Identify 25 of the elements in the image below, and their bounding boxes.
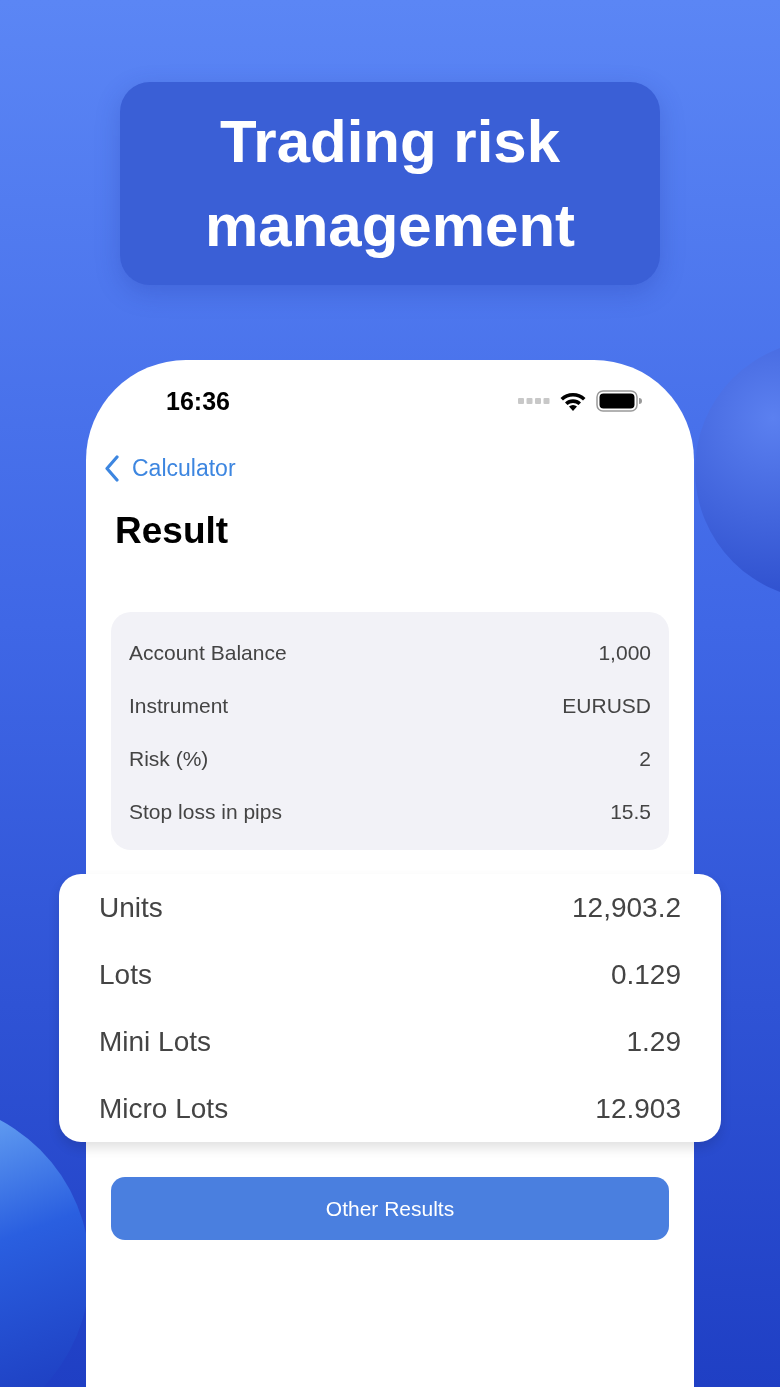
row-label: Micro Lots bbox=[99, 1092, 229, 1125]
page-title: Result bbox=[115, 510, 230, 553]
row-label: Mini Lots bbox=[99, 1025, 212, 1058]
row-value: 15.5 bbox=[610, 799, 651, 824]
row-label: Units bbox=[99, 891, 163, 924]
back-button[interactable]: Calculator bbox=[104, 454, 236, 482]
headline: Trading risk management bbox=[203, 106, 577, 261]
wifi-icon bbox=[559, 391, 587, 411]
row-value: 12,903.2 bbox=[572, 891, 681, 924]
chevron-left-icon bbox=[104, 454, 120, 482]
row-value: EURUSD bbox=[562, 693, 651, 718]
row-value: 2 bbox=[639, 746, 651, 771]
row-value: 1.29 bbox=[626, 1025, 681, 1058]
row-label: Stop loss in pips bbox=[129, 799, 282, 824]
other-results-button[interactable]: Other Results bbox=[111, 1177, 669, 1240]
row-value: 1,000 bbox=[598, 640, 651, 665]
row-label: Account Balance bbox=[129, 640, 287, 665]
row-label: Instrument bbox=[129, 693, 229, 718]
row-label: Risk (%) bbox=[129, 746, 209, 771]
battery-icon bbox=[596, 390, 642, 412]
row-value: 12.903 bbox=[595, 1092, 681, 1125]
signal-icon bbox=[518, 398, 550, 404]
row-value: 0.129 bbox=[610, 958, 681, 991]
row-label: Lots bbox=[99, 958, 152, 991]
status-time: 16:36 bbox=[166, 386, 230, 416]
